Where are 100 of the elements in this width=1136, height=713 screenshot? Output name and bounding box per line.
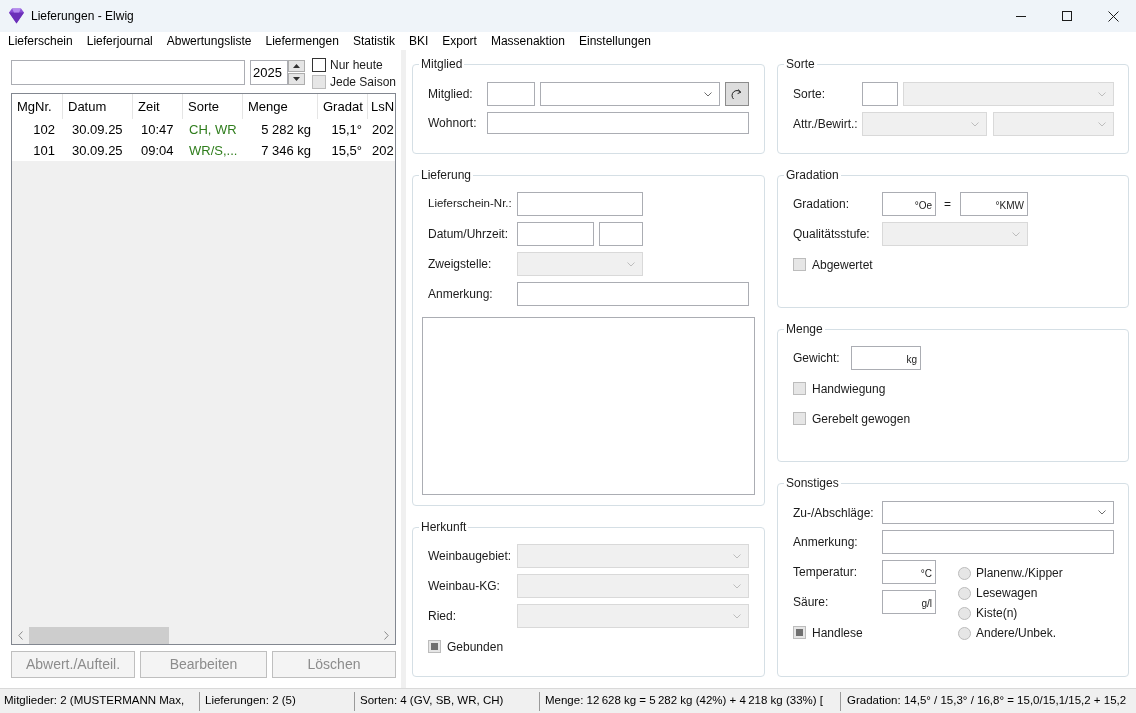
acidity-field[interactable]: g/l xyxy=(882,590,936,614)
menu-item[interactable]: Lieferjournal xyxy=(79,32,160,50)
table-cell-text: 5 282 kg xyxy=(260,120,312,139)
surcharge-dropdown[interactable] xyxy=(882,501,1114,524)
field-label: Gewicht: xyxy=(793,350,841,367)
oechsle-field[interactable]: °Oe xyxy=(882,192,936,216)
chevron-down-icon xyxy=(627,261,635,267)
checkbox-label: Gebunden xyxy=(447,638,504,656)
temperature-field[interactable]: °C xyxy=(882,560,936,584)
table-cell-text: 102 xyxy=(32,120,56,139)
checkbox-label: Jede Saison xyxy=(329,74,396,91)
unit-label: °Oe xyxy=(914,201,932,211)
group-title: Sonstiges xyxy=(785,476,840,490)
menu-item[interactable]: Einstellungen xyxy=(571,32,659,50)
table-cell-text: 7 346 kg xyxy=(260,141,312,160)
field-label: Wohnort: xyxy=(428,115,478,132)
radio-label: Kiste(n) xyxy=(976,605,1018,622)
member-dropdown[interactable] xyxy=(540,82,720,106)
group-title: Mitglied xyxy=(420,57,464,71)
maximize-icon xyxy=(1062,11,1072,21)
checkbox-label: Handlese xyxy=(812,624,863,642)
chevron-down-icon xyxy=(733,583,741,589)
minimize-icon xyxy=(1016,15,1026,17)
scrollbar-thumb[interactable] xyxy=(29,627,169,644)
chevron-down-icon xyxy=(704,91,712,97)
group-title: Gradation xyxy=(785,168,840,182)
unit-label: g/l xyxy=(921,599,932,609)
menu-item[interactable]: Lieferschein xyxy=(1,32,80,50)
field-label: Temperatur: xyxy=(793,564,859,581)
chevron-left-icon[interactable] xyxy=(18,631,23,640)
triangle-up-icon xyxy=(292,64,300,68)
note-field[interactable] xyxy=(517,282,749,306)
field-label: Sorte: xyxy=(793,86,826,103)
menu-item[interactable]: Export xyxy=(435,32,484,50)
table-row[interactable]: 102 30.09.25 10:47 CH, WR 5 282 kg 15,1° 202 xyxy=(12,119,395,140)
residence-field[interactable] xyxy=(487,112,749,134)
checkbox-label: Gerebelt gewogen xyxy=(812,410,911,428)
field-label: Zweigstelle: xyxy=(428,256,493,273)
chevron-down-icon xyxy=(1098,121,1106,127)
kmw-field[interactable]: °KMW xyxy=(960,192,1028,216)
checkbox-label: Handwiegung xyxy=(812,380,886,398)
table-cell-text: 30.09.25 xyxy=(71,141,124,160)
field-label: Zu-/Abschläge: xyxy=(793,504,875,522)
variety-code-field[interactable] xyxy=(862,82,898,106)
field-label: Weinbau-KG: xyxy=(428,578,501,595)
menu-item[interactable]: Statistik xyxy=(345,32,402,50)
menu-item[interactable]: Liefermengen xyxy=(258,32,346,50)
date-field[interactable] xyxy=(517,222,594,246)
triangle-down-icon xyxy=(292,77,300,81)
field-label: Anmerkung: xyxy=(793,534,859,551)
group-title: Sorte xyxy=(785,57,816,71)
menu-item[interactable]: BKI xyxy=(401,32,436,50)
weight-field[interactable]: kg xyxy=(851,346,921,370)
time-field[interactable] xyxy=(599,222,643,246)
status-text: Sorten: 4 (GV, SB, WR, CH) xyxy=(360,693,504,709)
icon-button[interactable] xyxy=(725,82,749,106)
status-text: Gradation: 14,5° / 15,3° / 16,8° = 15,0/15,1/15,2 + 15,2 xyxy=(847,693,1127,709)
radio-label: Lesewagen xyxy=(976,585,1038,602)
member-number-field[interactable] xyxy=(487,82,535,106)
field-label: Anmerkung: xyxy=(428,286,494,303)
comment-field[interactable] xyxy=(882,530,1114,554)
radio-label: Andere/Unbek. xyxy=(976,625,1057,642)
table-cell-text: 15,5° xyxy=(330,141,363,160)
table-cell-text: 101 xyxy=(32,141,56,160)
table-cell-text: 202 xyxy=(371,120,395,139)
field-label: Attr./Bewirt.: xyxy=(793,116,859,133)
group-title: Menge xyxy=(785,322,824,336)
table-row[interactable]: 101 30.09.25 09:04 WR/S,... 7 346 kg 15,5° 202 xyxy=(12,140,395,161)
field-label: Gradation: xyxy=(793,196,851,213)
checkbox[interactable] xyxy=(311,58,326,72)
table-cell-text: 202 xyxy=(371,141,395,160)
status-text: Menge: 12 628 kg = 5 282 kg (42%) + 4 218 kg (33%) [ xyxy=(545,693,823,709)
unit-label: °C xyxy=(920,569,932,579)
gem-icon xyxy=(9,8,24,24)
group-title: Herkunft xyxy=(420,520,468,534)
field-label: Datum/Uhrzeit: xyxy=(428,226,510,243)
text-area[interactable] xyxy=(422,317,755,495)
group-title: Lieferung xyxy=(420,168,473,182)
radio-label: Planenw./Kipper xyxy=(976,565,1063,582)
status-text: Mitglieder: 2 (MUSTERMANN Max, xyxy=(4,693,185,709)
menu-item[interactable]: Massenaktion xyxy=(483,32,572,50)
column-header[interactable]: LsN xyxy=(368,94,395,119)
search-field[interactable] xyxy=(11,60,245,85)
table-cell-text: 09:04 xyxy=(140,141,175,160)
curved-arrow-icon xyxy=(731,88,743,100)
chevron-down-icon xyxy=(733,553,741,559)
year-field[interactable]: 2025 xyxy=(249,60,288,85)
field-label: Ried: xyxy=(428,608,457,625)
delivery-note-number-field[interactable] xyxy=(517,192,643,216)
status-text: Lieferungen: 2 (5) xyxy=(205,693,296,709)
checkbox-label: Nur heute xyxy=(329,57,383,74)
field-label: Lieferschein-Nr.: xyxy=(428,196,513,212)
equals-sign: = xyxy=(944,196,952,213)
chevron-right-icon[interactable] xyxy=(384,631,389,640)
menu-item[interactable]: Abwertungsliste xyxy=(159,32,259,50)
field-label: Mitglied: xyxy=(428,86,474,103)
field-label: Weinbaugebiet: xyxy=(428,548,513,565)
chevron-down-icon xyxy=(733,613,741,619)
window-title: Lieferungen - Elwig xyxy=(31,8,134,25)
unit-label: kg xyxy=(906,355,917,365)
